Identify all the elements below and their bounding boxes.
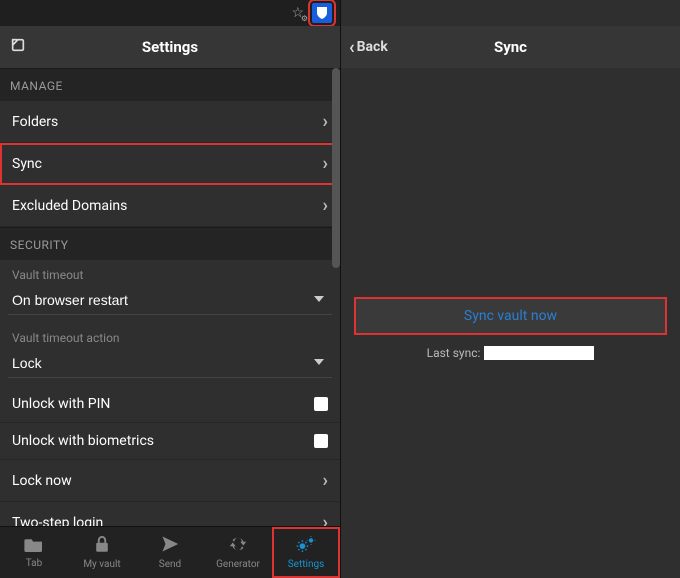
gears-icon: [296, 535, 316, 557]
bitwarden-extension-icon[interactable]: [312, 3, 332, 23]
chevron-right-icon: ›: [323, 512, 328, 526]
chevron-right-icon: ›: [323, 111, 328, 132]
page-title: Sync: [494, 38, 527, 56]
nav-my-vault[interactable]: My vault: [68, 527, 136, 578]
row-label: Unlock with biometrics: [12, 433, 154, 449]
row-unlock-biometrics[interactable]: Unlock with biometrics: [0, 423, 340, 460]
nav-label: Tab: [26, 558, 42, 569]
row-sync[interactable]: Sync ›: [0, 143, 340, 185]
row-label: Sync: [12, 156, 42, 172]
last-sync-row: Last sync:: [341, 346, 680, 360]
row-lock-now[interactable]: Lock now ›: [0, 460, 340, 502]
vault-timeout-label: Vault timeout: [0, 260, 340, 286]
last-sync-label: Last sync:: [427, 346, 481, 360]
bottom-nav: Tab My vault Send Generator: [0, 526, 340, 578]
scrollbar[interactable]: [332, 68, 340, 526]
vault-timeout-select[interactable]: On browser restart: [8, 286, 332, 315]
last-sync-value-redacted: [484, 346, 594, 360]
sync-vault-now-button[interactable]: Sync vault now: [355, 298, 666, 334]
row-label: Folders: [12, 114, 58, 130]
popout-icon[interactable]: [10, 37, 26, 57]
checkbox[interactable]: [314, 397, 328, 411]
nav-generator[interactable]: Generator: [204, 527, 272, 578]
browser-toolbar: ☆⚙: [0, 0, 340, 26]
back-button[interactable]: ‹ Back: [349, 37, 388, 58]
settings-header: Settings: [0, 26, 340, 68]
row-label: Two-step login: [12, 515, 103, 527]
row-label: Excluded Domains: [12, 198, 127, 214]
nav-label: Send: [159, 559, 181, 570]
section-security-header: SECURITY: [0, 227, 340, 260]
nav-label: My vault: [83, 559, 120, 570]
scroll-thumb[interactable]: [332, 68, 340, 268]
row-excluded-domains[interactable]: Excluded Domains ›: [0, 185, 340, 227]
lock-icon: [94, 535, 110, 557]
row-two-step-login[interactable]: Two-step login ›: [0, 502, 340, 526]
row-folders[interactable]: Folders ›: [0, 101, 340, 143]
send-icon: [161, 535, 179, 557]
sync-button-label: Sync vault now: [464, 308, 557, 324]
chevron-right-icon: ›: [323, 195, 328, 216]
folder-icon: [24, 536, 44, 556]
nav-send[interactable]: Send: [136, 527, 204, 578]
row-label: Lock now: [12, 473, 72, 489]
bookmark-star-icon[interactable]: ☆⚙: [291, 5, 304, 21]
nav-label: Generator: [216, 559, 260, 570]
checkbox[interactable]: [314, 434, 328, 448]
sync-header: ‹ Back Sync: [341, 26, 680, 68]
back-label: Back: [357, 39, 388, 55]
vault-timeout-action-select[interactable]: Lock: [8, 349, 332, 378]
nav-tab[interactable]: Tab: [0, 527, 68, 578]
nav-settings[interactable]: Settings: [272, 527, 340, 578]
chevron-left-icon: ‹: [349, 37, 355, 58]
section-manage-header: MANAGE: [0, 68, 340, 101]
refresh-icon: [229, 535, 247, 557]
chevron-right-icon: ›: [323, 153, 328, 174]
row-label: Unlock with PIN: [12, 396, 110, 412]
page-title: Settings: [142, 38, 198, 56]
row-unlock-pin[interactable]: Unlock with PIN: [0, 386, 340, 423]
vault-timeout-action-label: Vault timeout action: [0, 323, 340, 349]
chevron-right-icon: ›: [323, 470, 328, 491]
nav-label: Settings: [288, 559, 325, 570]
